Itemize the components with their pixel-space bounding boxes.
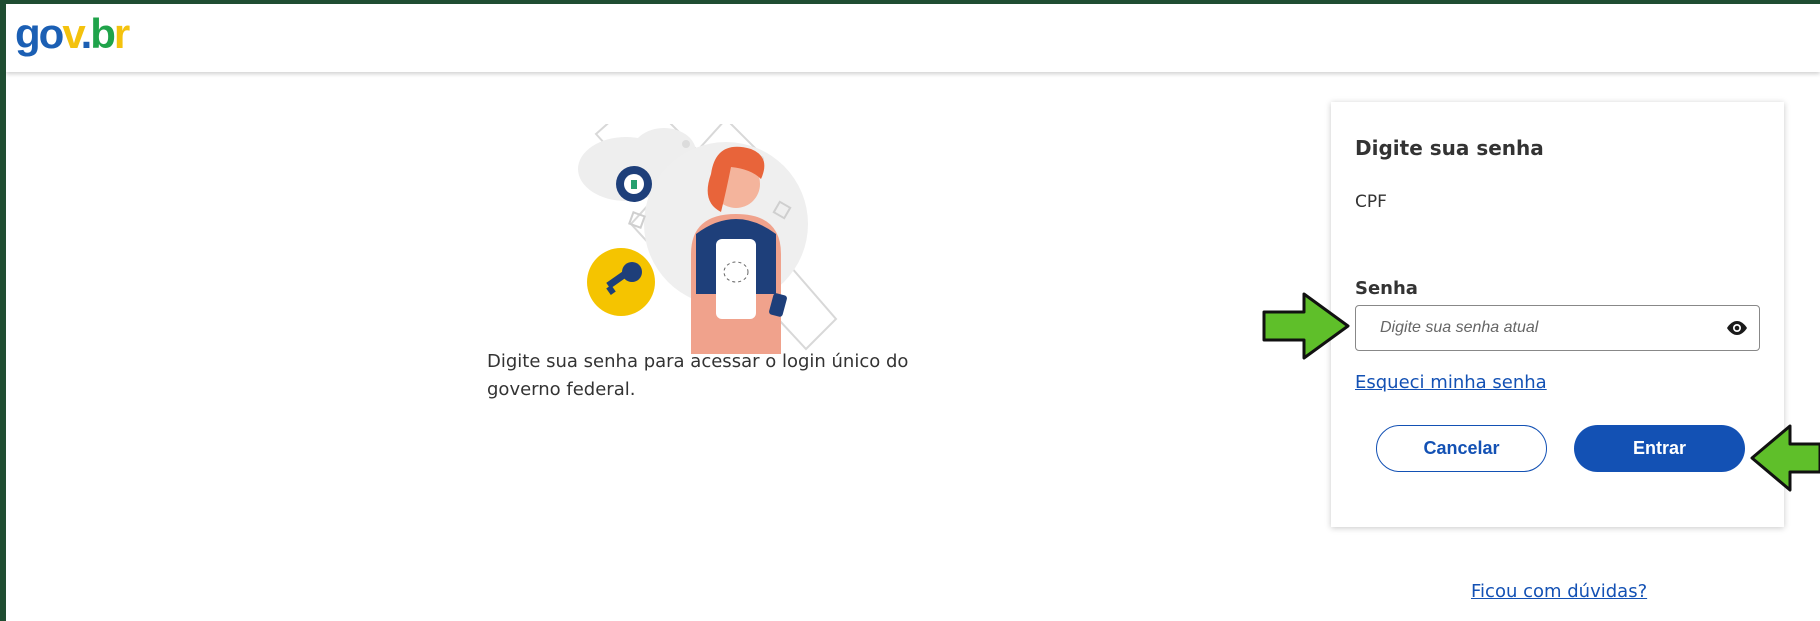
key-icon (587, 248, 655, 316)
cancel-button[interactable]: Cancelar (1376, 425, 1547, 472)
logo-part-go: go (15, 10, 64, 57)
enter-button[interactable]: Entrar (1574, 425, 1745, 472)
password-label: Senha (1355, 278, 1418, 299)
cpf-label: CPF (1355, 192, 1387, 212)
logo-part-b: b (90, 10, 116, 57)
login-illustration (578, 124, 838, 354)
logo-part-v: v (62, 10, 82, 57)
annotation-arrow-icon (1262, 292, 1350, 360)
annotation-arrow-icon (1750, 424, 1820, 492)
logo-part-r: r (113, 10, 130, 57)
forgot-password-link[interactable]: Esqueci minha senha (1355, 372, 1547, 393)
logo-dot: . (80, 10, 93, 57)
header: gov.br (6, 4, 1820, 72)
govbr-logo[interactable]: gov.br (15, 10, 130, 58)
help-link[interactable]: Ficou com dúvidas? (1471, 581, 1647, 602)
intro-text: Digite sua senha para acessar o login ún… (487, 351, 909, 400)
password-input[interactable] (1356, 306, 1716, 350)
login-card: Digite sua senha CPF Senha Esqueci minha… (1331, 102, 1784, 527)
eye-icon[interactable] (1725, 318, 1749, 338)
lock-icon (616, 166, 652, 202)
page: gov.br Digite sua senha para acessar o l… (6, 4, 1820, 621)
card-title: Digite sua senha (1355, 136, 1544, 160)
password-field (1355, 305, 1760, 351)
